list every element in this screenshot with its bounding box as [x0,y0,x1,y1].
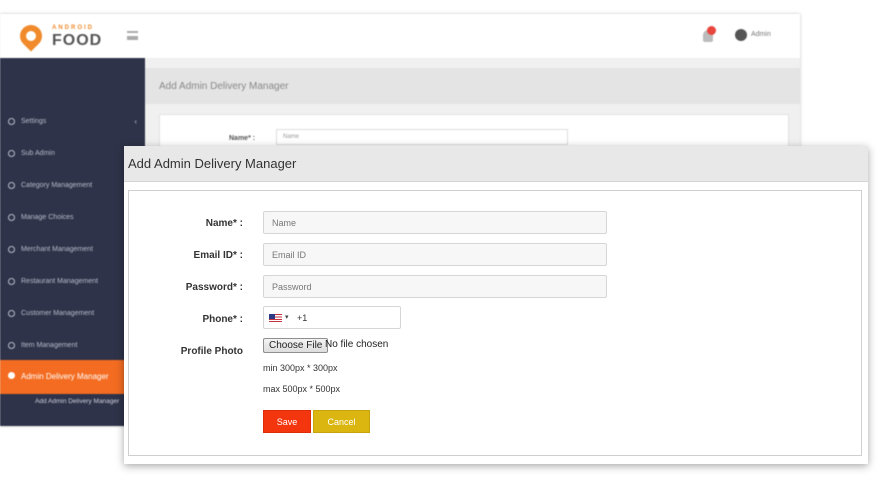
thumbs-up-icon [8,214,15,221]
phone-input[interactable]: ▾ +1 [263,306,401,329]
user-icon [8,150,15,157]
top-bar: ANDROID FOOD Admin [0,14,800,59]
sidebar-item-label: Customer Management [21,310,95,317]
name-input-background: Name [276,129,568,145]
sidebar-item-label: Manage Choices [21,214,74,221]
cancel-button[interactable]: Cancel [313,410,370,433]
us-flag-icon[interactable] [269,314,282,322]
file-status: No file chosen [325,339,389,350]
user-icon [8,246,15,253]
list-icon [8,342,15,349]
name-label: Name* : [205,218,243,229]
sidebar-item-label: Item Management [21,342,78,349]
profile-photo-label: Profile Photo [180,346,243,357]
modal-header: Add Admin Delivery Manager [124,146,868,182]
users-icon [8,310,15,317]
logo-brand-text: FOOD [52,32,103,49]
users-icon [8,372,15,379]
email-input[interactable] [263,243,607,266]
user-menu-label[interactable]: Admin [751,31,771,38]
min-size-hint: min 300px * 300px [263,363,338,373]
sidebar-item-label: Sub Admin [21,150,55,157]
menu-icon[interactable] [127,31,138,40]
sidebar-item-label: Merchant Management [21,246,93,253]
email-label: Email ID* : [193,250,243,261]
logo-small-text: ANDROID [52,25,94,31]
add-delivery-manager-modal: Add Admin Delivery Manager Name* : Email… [124,146,868,464]
phone-label: Phone* : [202,314,243,325]
modal-title: Add Admin Delivery Manager [128,156,297,171]
caret-down-icon[interactable]: ▾ [285,313,289,321]
password-input[interactable] [263,275,607,298]
page-header: Add Admin Delivery Manager [145,68,800,104]
chevron-left-icon: ‹ [134,117,137,126]
sidebar-item-label: Restaurant Management [21,278,99,285]
location-pin-icon [15,20,47,52]
page-title: Add Admin Delivery Manager [159,81,289,92]
avatar[interactable] [735,29,747,41]
sidebar-item-settings[interactable]: Settings ‹ [0,106,145,138]
sidebar-item-label: Settings [21,118,47,125]
choose-file-button[interactable]: Choose File [263,338,329,353]
modal-form: Name* : Email ID* : Password* : Phone* :… [128,190,862,456]
max-size-hint: max 500px * 500px [263,384,341,394]
logo: ANDROID FOOD [15,20,120,53]
gear-icon [8,118,15,125]
save-button[interactable]: Save [263,410,311,433]
building-icon [8,278,15,285]
sidebar-subitem-add-admin-delivery-manager[interactable]: Add Admin Delivery Manager [35,398,119,405]
name-input[interactable] [263,211,607,234]
dial-code: +1 [297,313,308,323]
sidebar-item-label: Category Management [21,182,93,189]
category-icon [8,182,15,189]
password-label: Password* : [185,282,243,293]
notification-dot [707,26,716,35]
name-label: Name* : [229,135,256,142]
sidebar-item-label: Admin Delivery Manager [21,372,109,381]
